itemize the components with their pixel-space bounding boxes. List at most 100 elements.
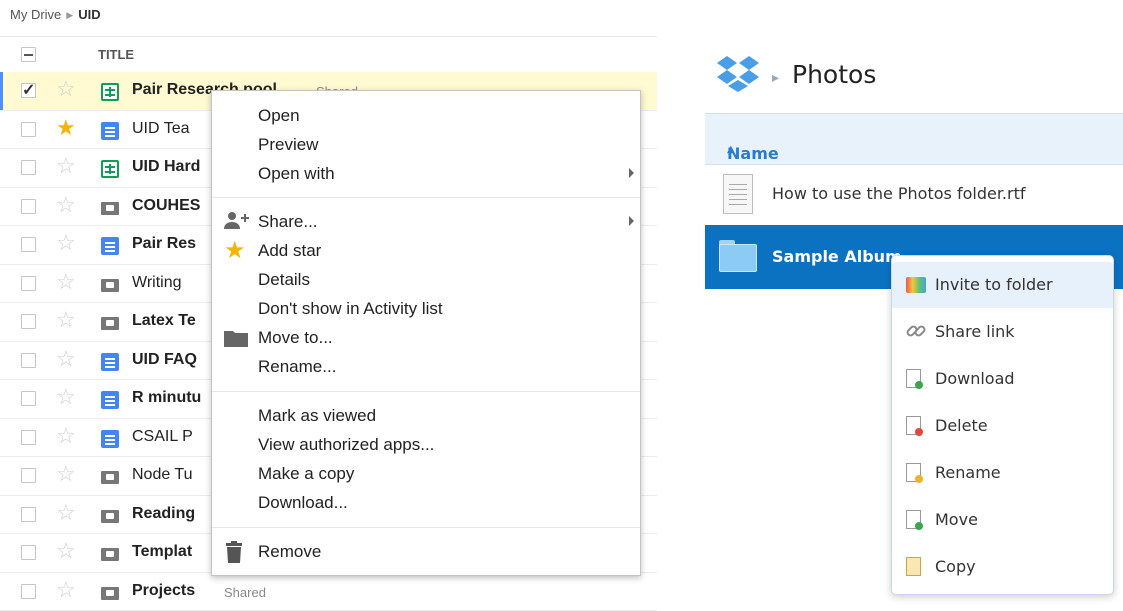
file-name[interactable]: R minutu [132,389,201,407]
share-person-icon [224,211,250,236]
file-row[interactable]: How to use the Photos folder.rtf [705,163,1123,225]
folder-icon [224,329,248,352]
doc-icon [101,391,119,409]
file-name[interactable]: COUHES [132,197,200,215]
menu-item-open[interactable]: Open [258,106,300,126]
menu-item-move-to[interactable]: Move to... [258,328,333,348]
folder-title: Photos [792,60,876,89]
star-icon[interactable]: ☆ [56,502,76,524]
menu-item-open-with[interactable]: Open with [258,164,335,184]
breadcrumb-my-drive[interactable]: My Drive [10,7,61,22]
file-name[interactable]: Reading [132,505,195,523]
star-icon[interactable]: ☆ [56,463,76,485]
file-name[interactable]: UID Tea [132,120,190,138]
sort-ascending-icon: ▲ [727,144,735,155]
dropbox-logo-icon[interactable] [715,54,761,98]
dropbox-header: ▸ Photos [705,46,1123,106]
select-all-checkbox[interactable] [21,47,36,62]
star-icon[interactable]: ☆ [56,155,76,177]
star-icon[interactable]: ☆ [56,271,76,293]
menu-item-delete[interactable]: Delete [892,403,1113,449]
sheet-icon [101,83,119,101]
submenu-arrow-icon [629,216,634,226]
row-checkbox[interactable] [21,584,36,599]
star-icon: ★ [224,239,246,263]
row-checkbox[interactable] [21,391,36,406]
submenu-arrow-icon [629,168,634,178]
star-icon[interactable]: ☆ [56,579,76,601]
menu-item-rename[interactable]: Rename... [258,357,336,377]
star-icon[interactable]: ☆ [56,540,76,562]
file-name[interactable]: Node Tu [132,466,192,484]
file-name[interactable]: Latex Te [132,312,196,330]
drive-context-menu: Open Preview Open with Share... ★ Add st… [211,90,641,576]
menu-item-preview[interactable]: Preview [258,135,318,155]
menu-item-rename[interactable]: Rename [892,450,1113,496]
menu-item-mark-viewed[interactable]: Mark as viewed [258,406,376,426]
row-checkbox[interactable] [21,507,36,522]
move-icon [906,510,921,529]
file-name[interactable]: Writing [132,274,182,292]
menu-item-add-star[interactable]: Add star [258,241,321,261]
menu-item-share[interactable]: Share... [258,212,318,232]
star-icon[interactable]: ☆ [56,348,76,370]
row-checkbox[interactable] [21,199,36,214]
menu-item-download[interactable]: Download... [258,493,348,513]
folder-icon [101,276,119,294]
row-checkbox[interactable] [21,122,36,137]
row-checkbox[interactable] [21,83,36,98]
file-name[interactable]: Pair Res [132,235,196,253]
row-checkbox[interactable] [21,468,36,483]
star-icon[interactable]: ★ [56,117,76,139]
row-checkbox[interactable] [21,353,36,368]
folder-icon [101,507,119,525]
menu-item-make-copy[interactable]: Make a copy [258,464,354,484]
folder-icon [101,584,119,602]
menu-item-dont-show-activity[interactable]: Don't show in Activity list [258,299,443,319]
star-icon[interactable]: ☆ [56,78,76,100]
folder-icon [101,314,119,332]
row-checkbox[interactable] [21,545,36,560]
menu-item-copy[interactable]: Copy [892,544,1113,590]
invite-icon [906,277,926,293]
star-icon[interactable]: ☆ [56,425,76,447]
sheet-icon [101,160,119,178]
row-checkbox[interactable] [21,237,36,252]
rename-icon [906,463,921,482]
menu-item-invite-to-folder[interactable]: Invite to folder [892,262,1113,308]
shared-label: Shared [224,585,266,600]
row-checkbox[interactable] [21,276,36,291]
menu-item-move[interactable]: Move [892,497,1113,543]
file-name[interactable]: Templat [132,543,192,561]
file-row[interactable]: ☆ Projects Shared [0,573,657,611]
column-title[interactable]: TITLE [98,47,134,62]
file-name[interactable]: UID Hard [132,158,200,176]
breadcrumb-separator-icon: ▶ [66,10,73,20]
menu-item-download[interactable]: Download [892,356,1113,402]
star-icon[interactable]: ☆ [56,194,76,216]
doc-icon [101,353,119,371]
menu-item-share-link[interactable]: Share link [892,309,1113,355]
dropbox-context-menu: Invite to folder Share link Download Del… [891,255,1114,595]
menu-divider [212,391,640,392]
menu-item-details[interactable]: Details [258,270,310,290]
file-name: How to use the Photos folder.rtf [772,184,1026,203]
menu-item-remove[interactable]: Remove [258,542,321,562]
breadcrumb-current: UID [78,7,100,22]
star-icon[interactable]: ☆ [56,386,76,408]
doc-icon [101,430,119,448]
row-checkbox[interactable] [21,430,36,445]
star-icon[interactable]: ☆ [56,232,76,254]
file-name[interactable]: Projects [132,582,195,600]
breadcrumb: My Drive ▶ UID [10,7,101,22]
folder-icon [101,545,119,563]
file-name[interactable]: UID FAQ [132,351,197,369]
star-icon[interactable]: ☆ [56,309,76,331]
file-list-header: Name ▲ [705,113,1123,165]
menu-item-view-authorized-apps[interactable]: View authorized apps... [258,435,434,455]
folder-icon [101,199,119,217]
row-checkbox[interactable] [21,314,36,329]
breadcrumb-chevron-icon: ▸ [772,70,779,86]
file-name[interactable]: CSAIL P [132,428,193,446]
row-checkbox[interactable] [21,160,36,175]
